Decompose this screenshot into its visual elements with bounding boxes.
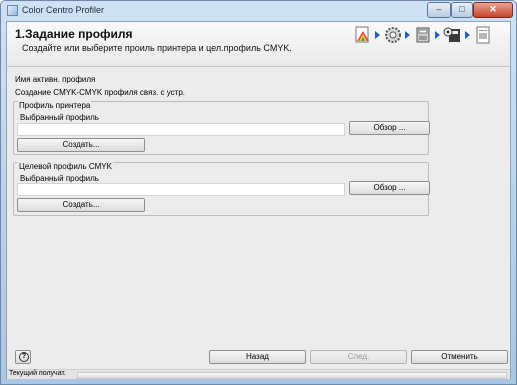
back-button[interactable]: Назад — [209, 350, 306, 364]
step-arrow-icon — [435, 31, 440, 39]
page-subtitle: Создайте или выберите проиль принтера и … — [22, 43, 292, 53]
printer-profile-selected-label: Выбранный профиль — [20, 113, 99, 122]
status-progress-bar — [77, 372, 507, 379]
target-profile-selected-label: Выбранный профиль — [20, 174, 99, 183]
target-profile-group-title: Целевой профиль CMYK — [18, 162, 113, 171]
step-arrow-icon — [465, 31, 470, 39]
status-bar: Текущий получат. — [7, 369, 510, 379]
cancel-button[interactable]: Отменить — [411, 350, 508, 364]
help-icon: ? — [19, 352, 29, 362]
step-arrow-icon — [405, 31, 410, 39]
status-text: Текущий получат. — [9, 370, 66, 377]
active-profile-label: Имя активн. профиля — [15, 75, 96, 84]
profile-setup-icon — [355, 26, 369, 43]
printer-profile-group: Профиль принтера Выбранный профиль Обзор… — [13, 101, 430, 155]
target-profile-browse-button[interactable]: Обзор ... — [349, 181, 430, 195]
target-profile-create-button[interactable]: Создать... — [17, 198, 145, 212]
gear-icon — [385, 27, 401, 43]
wizard-client-area: 1.Задание профиля Создайте или выберите … — [6, 21, 511, 379]
printer-profile-create-button[interactable]: Создать... — [17, 138, 145, 152]
printer-settings-icon — [443, 27, 460, 42]
printer-profile-field[interactable] — [17, 123, 345, 136]
document-icon — [476, 26, 490, 44]
help-button[interactable]: ? — [15, 350, 31, 364]
app-icon — [7, 5, 18, 16]
printer-profile-browse-button[interactable]: Обзор ... — [349, 121, 430, 135]
wizard-header: 1.Задание профиля Создайте или выберите … — [7, 22, 510, 67]
app-window: Color Centro Profiler – □ ✕ 1.Задание пр… — [0, 0, 517, 385]
printer-icon — [416, 27, 430, 43]
close-button[interactable]: ✕ — [473, 2, 513, 18]
window-title: Color Centro Profiler — [22, 5, 105, 15]
target-profile-field[interactable] — [17, 183, 345, 196]
next-button[interactable]: След. — [310, 350, 407, 364]
target-profile-group: Целевой профиль CMYK Выбранный профиль О… — [13, 162, 430, 216]
minimize-button[interactable]: – — [427, 2, 451, 18]
page-title: 1.Задание профиля — [15, 27, 133, 41]
title-bar[interactable]: Color Centro Profiler – □ ✕ — [1, 1, 516, 21]
active-profile-value: Создание CMYK-CMYK профиля связ. с устр. — [15, 88, 185, 97]
printer-profile-group-title: Профиль принтера — [18, 101, 92, 110]
step-arrow-icon — [375, 31, 380, 39]
maximize-button[interactable]: □ — [451, 2, 473, 18]
